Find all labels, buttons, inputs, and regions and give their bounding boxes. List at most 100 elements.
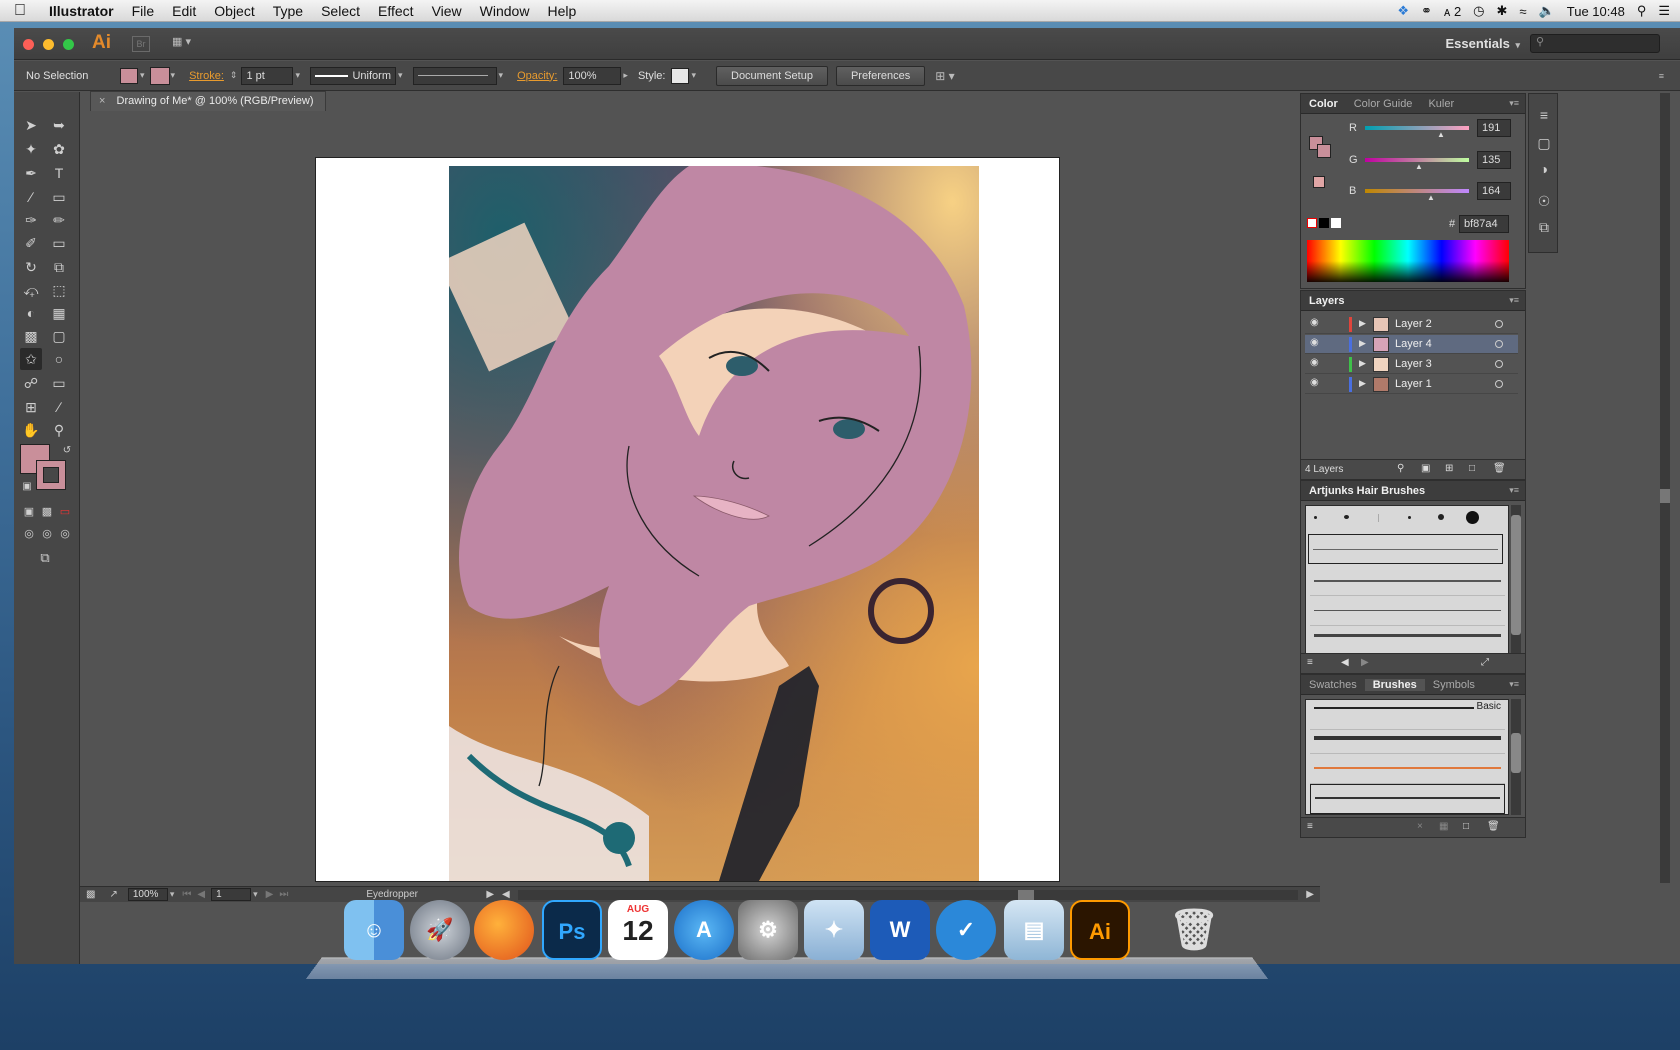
collapse-icon[interactable]: ⤢ xyxy=(1481,657,1489,668)
g-slider-thumb-icon[interactable]: ▲ xyxy=(1415,162,1423,171)
finder-icon[interactable]: ☺ xyxy=(344,900,404,960)
horizontal-scrollbar[interactable] xyxy=(517,889,1299,900)
app-store-icon[interactable]: A xyxy=(674,900,734,960)
white-swatch[interactable] xyxy=(1331,218,1341,228)
zoom-window-button[interactable] xyxy=(63,39,74,50)
delete-layer-icon[interactable]: 🗑 xyxy=(1493,463,1506,474)
tab-brushes[interactable]: Brushes xyxy=(1364,678,1425,691)
last-artboard-icon[interactable]: ⏭ xyxy=(279,889,288,900)
menu-file[interactable]: File xyxy=(123,3,164,19)
vertical-scrollbar[interactable] xyxy=(1660,93,1670,883)
tab-hair-brushes[interactable]: Artjunks Hair Brushes xyxy=(1301,485,1433,497)
layer-name[interactable]: Layer 3 xyxy=(1395,358,1432,370)
wifi-icon[interactable]: ≈ xyxy=(1519,4,1526,19)
status-menu-arrow-icon[interactable]: ▶ xyxy=(486,889,494,900)
brushes-panel-menu-icon[interactable]: ▾≡ xyxy=(1509,679,1519,690)
b-field[interactable]: 164 xyxy=(1477,182,1511,200)
out-of-gamut-icon[interactable] xyxy=(1313,176,1325,188)
selected-brush[interactable] xyxy=(1310,784,1505,814)
width-tool-icon[interactable]: ⤽ xyxy=(20,279,42,301)
previous-artboard-icon[interactable]: ◀ xyxy=(197,889,205,900)
screen-mode-status-icon[interactable]: ▩ xyxy=(86,889,95,900)
layer-row[interactable]: ◉ ▶ Layer 4 xyxy=(1305,335,1518,354)
layer-name[interactable]: Layer 4 xyxy=(1395,338,1432,350)
pen-tool-icon[interactable]: ✒ xyxy=(20,162,42,184)
menu-effect[interactable]: Effect xyxy=(369,3,423,19)
expand-arrow-icon[interactable]: ▶ xyxy=(1359,358,1366,369)
trash-icon[interactable]: 🗑 xyxy=(1164,900,1224,960)
new-brush-icon[interactable]: □ xyxy=(1463,821,1469,832)
minimize-window-button[interactable] xyxy=(43,39,54,50)
hand-tool-icon[interactable]: ✋ xyxy=(20,419,42,441)
color-panel-menu-icon[interactable]: ▾≡ xyxy=(1509,98,1519,109)
expand-arrow-icon[interactable]: ▶ xyxy=(1359,318,1366,329)
type-tool-icon[interactable]: T xyxy=(48,162,70,184)
target-circle-icon[interactable] xyxy=(1495,340,1503,348)
close-document-icon[interactable]: × xyxy=(99,95,105,107)
menu-edit[interactable]: Edit xyxy=(163,3,205,19)
menu-help[interactable]: Help xyxy=(538,3,585,19)
brushes-scrollbar[interactable] xyxy=(1511,699,1521,815)
align-options-icon[interactable]: ⊞ ▾ xyxy=(935,69,954,83)
hair-brushes-scrollbar[interactable] xyxy=(1511,505,1521,655)
r-field[interactable]: 191 xyxy=(1477,119,1511,137)
b-slider-thumb-icon[interactable]: ▲ xyxy=(1427,193,1435,202)
perspective-grid-tool-icon[interactable]: ▦ xyxy=(48,302,70,324)
swap-fill-stroke-icon[interactable]: ↺ xyxy=(56,440,78,462)
lasso-tool-icon[interactable]: ✿ xyxy=(48,138,70,160)
artboard-tool-icon[interactable]: ⊞ xyxy=(20,396,42,418)
direct-selection-tool-icon[interactable]: ➥ xyxy=(48,114,70,136)
adobe-status-icon[interactable]: ᴀ 2 xyxy=(1444,4,1461,19)
tab-swatches[interactable]: Swatches xyxy=(1301,679,1365,691)
fill-swatch[interactable] xyxy=(120,67,138,84)
tab-color-guide[interactable]: Color Guide xyxy=(1346,98,1421,110)
artboard-dropdown-icon[interactable]: ▾ xyxy=(253,889,258,900)
opacity-arrow-icon[interactable]: ▸ xyxy=(623,70,628,81)
draw-inside-icon[interactable]: ◎ xyxy=(54,523,76,545)
r-slider-thumb-icon[interactable]: ▲ xyxy=(1437,130,1445,139)
system-preferences-icon[interactable]: ⚙ xyxy=(738,900,798,960)
none-mode-icon[interactable]: ▭ xyxy=(54,501,76,523)
hair-brush-stroke[interactable] xyxy=(1310,566,1505,596)
control-panel-menu-icon[interactable]: ≡ xyxy=(1659,71,1664,81)
eraser-tool-icon[interactable]: ▭ xyxy=(48,232,70,254)
hair-brush-stroke[interactable] xyxy=(1308,534,1503,564)
charcoal-brush[interactable] xyxy=(1310,724,1505,754)
dot-brush-5[interactable] xyxy=(1438,514,1444,520)
target-circle-icon[interactable] xyxy=(1495,380,1503,388)
search-field[interactable]: ⚲ xyxy=(1530,34,1660,53)
hair-brushes-menu-icon[interactable]: ▾≡ xyxy=(1509,485,1519,496)
artwork-photo-layer[interactable] xyxy=(449,166,979,881)
expand-arrow-icon[interactable]: ▶ xyxy=(1359,338,1366,349)
notification-center-icon[interactable]: ☰ xyxy=(1658,3,1670,19)
tab-symbols[interactable]: Symbols xyxy=(1425,679,1483,691)
screen-mode-icon[interactable]: ⧉ xyxy=(34,547,56,569)
fill-dropdown-icon[interactable]: ▾ xyxy=(140,70,145,81)
launchpad-icon[interactable]: 🚀 xyxy=(410,900,470,960)
creative-cloud-icon[interactable]: ⚭ xyxy=(1421,3,1432,19)
clock[interactable]: Tue 10:48 xyxy=(1567,4,1625,19)
free-transform-tool-icon[interactable]: ⬚ xyxy=(48,279,70,301)
rotate-tool-icon[interactable]: ↻ xyxy=(20,256,42,278)
blob-brush-tool-icon[interactable]: ✐ xyxy=(20,232,42,254)
stroke-color-box[interactable] xyxy=(36,460,66,490)
menu-view[interactable]: View xyxy=(423,3,471,19)
rectangle-tool-icon[interactable]: ▭ xyxy=(48,186,70,208)
scroll-left-icon[interactable]: ◀ xyxy=(502,889,510,900)
line-tool-icon[interactable]: ∕ xyxy=(20,186,42,208)
eyedropper-tool-icon[interactable]: ✩ xyxy=(20,348,42,370)
hair-brush-stroke[interactable] xyxy=(1310,624,1505,654)
g-field[interactable]: 135 xyxy=(1477,151,1511,169)
calendar-icon[interactable]: AUG 12 xyxy=(608,900,668,960)
visibility-eye-icon[interactable]: ◉ xyxy=(1310,377,1319,388)
selection-tool-icon[interactable]: ➤ xyxy=(20,114,42,136)
brush-definition-dropdown-icon[interactable]: ▾ xyxy=(499,70,504,81)
style-dropdown-icon[interactable]: ▾ xyxy=(691,70,696,81)
visibility-eye-icon[interactable]: ◉ xyxy=(1310,317,1319,328)
gradient-panel-icon[interactable]: ▢ xyxy=(1533,132,1555,154)
symbol-sprayer-tool-icon[interactable]: ☍ xyxy=(20,372,42,394)
stroke-weight-dropdown-icon[interactable]: ▾ xyxy=(295,70,300,81)
brush-options-icon[interactable]: ▦ xyxy=(1439,821,1448,832)
layer-name[interactable]: Layer 1 xyxy=(1395,378,1432,390)
opacity-field[interactable]: 100% xyxy=(563,66,622,85)
